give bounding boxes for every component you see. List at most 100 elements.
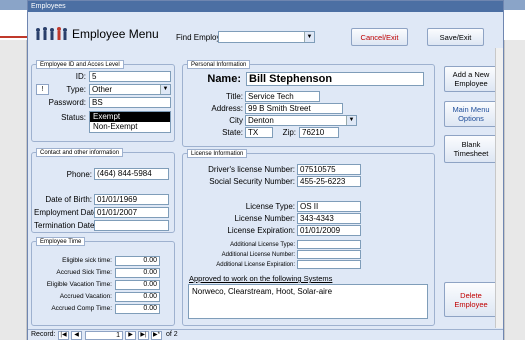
city-select-value: Denton xyxy=(248,116,274,125)
password-field[interactable]: BS xyxy=(89,97,171,108)
background-panel xyxy=(0,40,27,340)
background-red-line xyxy=(0,36,27,38)
dob-label: Date of Birth: xyxy=(45,195,92,204)
type-select[interactable]: Other ▼ xyxy=(89,84,171,95)
chevron-down-icon[interactable]: ▼ xyxy=(346,116,356,125)
title-field[interactable]: Service Tech xyxy=(245,91,320,102)
id-field[interactable]: 5 xyxy=(89,71,171,82)
blank-timesheet-button[interactable]: Blank Timesheet xyxy=(444,135,498,163)
city-label: City xyxy=(229,116,243,125)
previous-record-icon[interactable]: ◀ xyxy=(71,331,82,340)
new-record-icon[interactable]: ▶* xyxy=(151,331,162,340)
license-type-label: License Type: xyxy=(245,202,295,211)
people-logo-icon xyxy=(36,27,67,40)
license-type-field[interactable]: OS II xyxy=(297,201,361,212)
delete-employee-button[interactable]: Delete Employee xyxy=(444,282,498,317)
phone-field[interactable]: (464) 844-5984 xyxy=(94,168,169,180)
time-row-value[interactable]: 0.00 xyxy=(115,268,160,278)
chevron-down-icon[interactable]: ▼ xyxy=(304,32,314,42)
time-row-value[interactable]: 0.00 xyxy=(115,280,160,290)
license-number-field[interactable]: 343-4343 xyxy=(297,213,361,224)
record-label: Record: xyxy=(31,331,56,338)
employment-date-field[interactable]: 01/01/2007 xyxy=(94,207,169,218)
time-panel-title: Employee Time xyxy=(36,237,86,246)
form-title: Employee Menu xyxy=(72,27,159,41)
personal-panel: Personal Information Name: Bill Stephens… xyxy=(182,60,435,147)
time-panel: Employee Time Eligible sick time: 0.00 A… xyxy=(31,237,175,326)
zip-field[interactable]: 76210 xyxy=(299,127,339,138)
window-title: Employees xyxy=(28,1,503,12)
ssn-label: Social Security Number: xyxy=(209,177,295,186)
employees-window: Employees Employee Menu Find Employee: ▼… xyxy=(27,0,504,340)
license-panel: License Information Driver's license Num… xyxy=(182,149,435,326)
address-field[interactable]: 99 B Smith Street xyxy=(245,103,343,114)
license-expiration-label: License Expiration: xyxy=(227,226,295,235)
name-label: Name: xyxy=(207,73,241,85)
last-record-icon[interactable]: ▶| xyxy=(138,331,149,340)
status-label: Status: xyxy=(61,113,86,122)
type-action-button[interactable]: ! xyxy=(36,84,49,95)
additional-license-expiration-field[interactable] xyxy=(297,260,361,269)
ssn-field[interactable]: 455-25-6223 xyxy=(297,176,361,187)
additional-license-expiration-label: Additional License Expiration: xyxy=(216,262,295,268)
status-option-exempt[interactable]: Exempt xyxy=(90,112,170,122)
additional-license-type-field[interactable] xyxy=(297,240,361,249)
title-label: Title: xyxy=(225,92,243,101)
additional-license-number-field[interactable] xyxy=(297,250,361,259)
cancel-exit-button[interactable]: Cancel/Exit xyxy=(351,28,408,46)
time-row-label: Accrued Sick Time: xyxy=(56,269,112,276)
record-navigation: Record: |◀ ◀ 1 ▶ ▶| ▶* of 2 xyxy=(28,329,503,340)
time-row-label: Accrued Vacation: xyxy=(59,293,112,300)
id-panel: Employee ID and Acces Level ID: 5 ! Type… xyxy=(31,60,175,142)
save-exit-button[interactable]: Save/Exit xyxy=(427,28,484,46)
status-option-non-exempt[interactable]: Non-Exempt xyxy=(90,122,170,132)
personal-panel-title: Personal Information xyxy=(187,60,251,69)
time-row-value[interactable]: 0.00 xyxy=(115,304,160,314)
approved-systems-field[interactable]: Norweco, Clearstream, Hoot, Solar-aire xyxy=(188,284,428,319)
termination-date-label: Termination Date: xyxy=(34,221,97,230)
license-expiration-field[interactable]: 01/01/2009 xyxy=(297,225,361,236)
drivers-license-field[interactable]: 07510575 xyxy=(297,164,361,175)
id-panel-title: Employee ID and Acces Level xyxy=(36,60,124,69)
termination-date-field[interactable] xyxy=(94,220,169,231)
drivers-license-label: Driver's license Number: xyxy=(208,165,295,174)
vertical-scrollbar[interactable] xyxy=(495,48,503,328)
next-record-icon[interactable]: ▶ xyxy=(125,331,136,340)
contact-panel: Contact and other information Phone: (46… xyxy=(31,148,175,233)
time-row-value[interactable]: 0.00 xyxy=(115,256,160,266)
license-number-label: License Number: xyxy=(234,214,295,223)
form-header: Employee Menu Find Employee: ▼ Cancel/Ex… xyxy=(28,12,503,48)
approved-systems-heading: Approved to work on the following System… xyxy=(189,274,333,283)
chevron-down-icon[interactable]: ▼ xyxy=(160,85,170,94)
type-select-value: Other xyxy=(92,85,113,94)
license-panel-title: License Information xyxy=(187,149,248,158)
main-menu-options-button[interactable]: Main Menu Options xyxy=(444,101,498,127)
additional-license-number-label: Additional License Number: xyxy=(221,252,295,258)
background-panel-right xyxy=(504,40,525,340)
address-label: Address: xyxy=(211,104,243,113)
find-employee-combo[interactable]: ▼ xyxy=(218,31,315,43)
employment-date-label: Employment Date: xyxy=(34,208,100,217)
name-field[interactable]: Bill Stephenson xyxy=(246,72,424,86)
add-employee-button[interactable]: Add a New Employee xyxy=(444,66,498,92)
current-record-field[interactable]: 1 xyxy=(85,331,123,340)
record-count: of 2 xyxy=(166,331,178,338)
first-record-icon[interactable]: |◀ xyxy=(58,331,69,340)
state-label: State: xyxy=(222,128,243,137)
time-row-value[interactable]: 0.00 xyxy=(115,292,160,302)
time-row-label: Accrued Comp Time: xyxy=(51,305,112,312)
city-select[interactable]: Denton ▼ xyxy=(245,115,357,126)
dob-field[interactable]: 01/01/1969 xyxy=(94,194,169,205)
zip-label: Zip: xyxy=(282,128,296,137)
password-label: Password: xyxy=(48,98,86,107)
time-row-label: Eligible sick time: xyxy=(62,257,112,264)
time-row-label: Eligible Vacation Time: xyxy=(46,281,112,288)
state-field[interactable]: TX xyxy=(245,127,273,138)
contact-panel-title: Contact and other information xyxy=(36,148,124,157)
status-listbox[interactable]: Exempt Non-Exempt xyxy=(89,111,171,133)
background-title-strip-right xyxy=(504,0,525,10)
background-title-strip xyxy=(0,0,27,10)
id-label: ID: xyxy=(75,72,86,81)
additional-license-type-label: Additional License Type: xyxy=(230,242,295,248)
phone-label: Phone: xyxy=(66,170,92,179)
